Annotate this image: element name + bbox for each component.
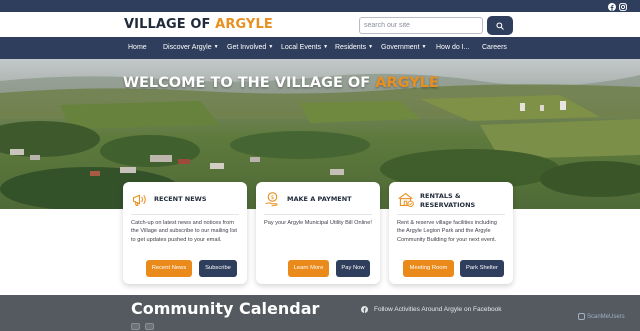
card-recent-news: RECENT NEWS Catch-up on latest news and … <box>123 182 247 284</box>
chevron-down-icon: ▼ <box>368 44 374 50</box>
nav-label: Home <box>128 44 147 51</box>
site-header: VILLAGE OF ARGYLE <box>0 12 640 37</box>
nav-item-careers[interactable]: Careers <box>482 37 507 59</box>
logo-text: VILLAGE OF <box>124 17 216 32</box>
top-bar <box>0 0 640 12</box>
nav-item-get-involved[interactable]: Get Involved ▼ <box>227 37 273 59</box>
nav-label: Careers <box>482 44 507 51</box>
nav-item-how-do-i[interactable]: How do I... <box>436 37 469 59</box>
facebook-icon <box>361 306 368 313</box>
nav-label: Local Events <box>281 44 322 51</box>
nav-item-government[interactable]: Government ▼ <box>381 37 426 59</box>
svg-text:$: $ <box>271 195 275 201</box>
nav-label: Get Involved <box>227 44 267 51</box>
facebook-icon[interactable] <box>607 2 616 11</box>
chevron-down-icon: ▼ <box>323 44 329 50</box>
site-logo[interactable]: VILLAGE OF ARGYLE <box>124 17 273 32</box>
megaphone-icon <box>132 194 146 206</box>
nav-item-discover-argyle[interactable]: Discover Argyle ▼ <box>163 37 219 59</box>
card-description: Catch-up on latest news and notices from… <box>131 220 237 243</box>
nav-item-residents[interactable]: Residents ▼ <box>335 37 373 59</box>
card-title: MAKE A PAYMENT <box>287 195 352 203</box>
card-rentals-reservations: RENTALS & RESERVATIONS Rent & reserve vi… <box>389 182 513 284</box>
search-button[interactable] <box>487 16 513 35</box>
card-divider <box>131 214 239 215</box>
hero-title: WELCOME TO THE VILLAGE OF ARGYLE <box>123 75 439 91</box>
pay-now-button[interactable]: Pay Now <box>336 260 370 277</box>
chevron-down-icon: ▼ <box>213 44 219 50</box>
search-icon <box>496 21 504 30</box>
facebook-follow-text: Follow Activities Around Argyle on Faceb… <box>374 306 502 313</box>
watermark: ScanMeUsers <box>578 313 625 320</box>
learn-more-button[interactable]: Learn More <box>288 260 329 277</box>
chevron-down-icon: ▼ <box>421 44 427 50</box>
card-make-a-payment: $ MAKE A PAYMENT Pay your Argyle Municip… <box>256 182 380 284</box>
building-icon <box>398 192 414 207</box>
hero-title-accent: ARGYLE <box>375 75 439 91</box>
card-divider <box>264 214 372 215</box>
facebook-follow-link[interactable]: Follow Activities Around Argyle on Faceb… <box>361 306 502 313</box>
card-title-line: RENTALS & <box>420 192 461 200</box>
calendar-view-controls <box>131 323 154 330</box>
recent-news-button[interactable]: Recent News <box>146 260 192 277</box>
park-shelter-button[interactable]: Park Shelter <box>460 260 504 277</box>
card-title: RECENT NEWS <box>154 195 207 203</box>
nav-label: Residents <box>335 44 367 51</box>
community-calendar-section: Community Calendar Follow Activities Aro… <box>0 295 640 331</box>
calendar-grid-icon[interactable] <box>131 323 140 330</box>
chevron-down-icon: ▼ <box>268 44 274 50</box>
instagram-icon[interactable] <box>618 2 627 11</box>
card-description: Rent & reserve village facilities includ… <box>397 220 497 243</box>
card-title-line: RESERVATIONS <box>420 201 476 209</box>
nav-item-local-events[interactable]: Local Events ▼ <box>281 37 328 59</box>
nav-label: Discover Argyle <box>163 44 212 51</box>
watermark-icon <box>578 313 585 320</box>
card-divider <box>397 214 505 215</box>
calendar-list-icon[interactable] <box>145 323 154 330</box>
card-title: RENTALS & RESERVATIONS <box>420 192 475 210</box>
logo-accent-text: ARGYLE <box>215 17 273 32</box>
card-description: Pay your Argyle Municipal Utility Bill O… <box>264 220 372 226</box>
search-input[interactable] <box>359 17 483 34</box>
subscribe-button[interactable]: Subscribe <box>199 260 237 277</box>
meeting-room-button[interactable]: Meeting Room <box>403 260 454 277</box>
watermark-text: ScanMeUsers <box>587 313 625 320</box>
coin-hand-icon: $ <box>265 192 278 207</box>
nav-label: Government <box>381 44 420 51</box>
nav-item-home[interactable]: Home <box>128 37 147 59</box>
hero-title-text: WELCOME TO THE VILLAGE OF <box>123 75 376 91</box>
calendar-title: Community Calendar <box>131 299 320 318</box>
main-nav: Home Discover Argyle ▼ Get Involved ▼ Loca… <box>0 37 640 59</box>
nav-label: How do I... <box>436 44 470 51</box>
